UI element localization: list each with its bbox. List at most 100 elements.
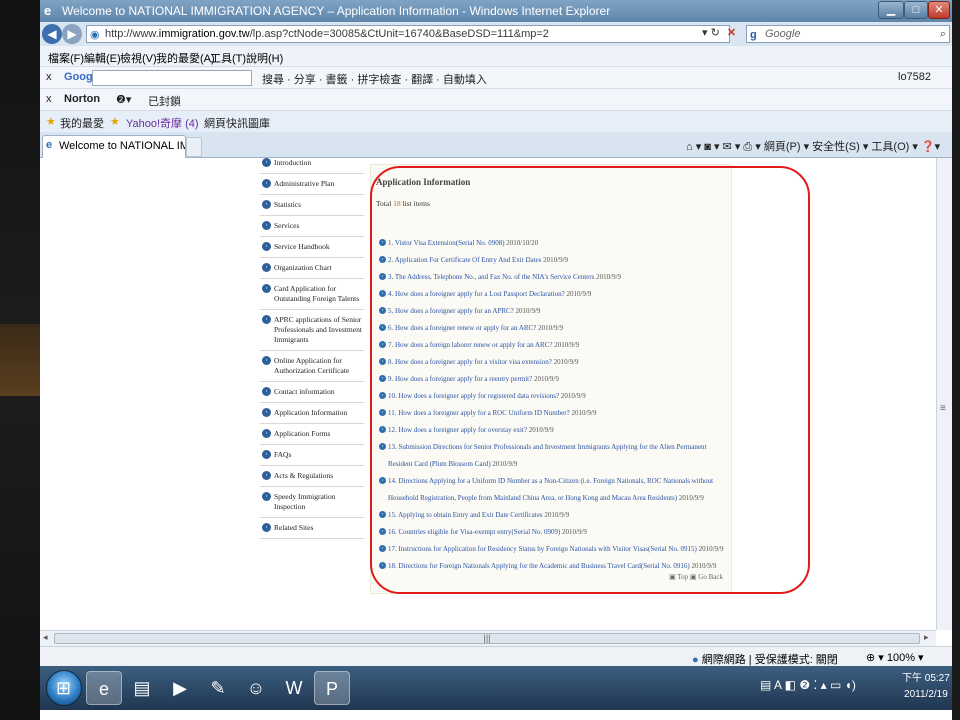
- norton-toolbar: x Norton ❷▾ 已封鎖: [40, 88, 952, 110]
- security-zone[interactable]: ● 網際網路 | 受保護模式: 關閉: [692, 651, 838, 667]
- sidebar-item-related-sites[interactable]: › Related Sites: [260, 518, 364, 539]
- norton-blocked[interactable]: 已封鎖: [148, 93, 181, 109]
- minimize-button[interactable]: ▁: [878, 1, 904, 19]
- presentation-background-right: [952, 0, 960, 720]
- dropdown-arrow-icon[interactable]: ▾: [702, 27, 708, 39]
- vertical-scrollbar[interactable]: ≡: [936, 158, 952, 630]
- horizontal-scrollbar[interactable]: ◂ ||| ▸: [40, 630, 936, 646]
- ie-logo-icon: e: [44, 3, 52, 18]
- google-toolbar-user[interactable]: lo7582: [898, 71, 931, 83]
- close-toolbar-icon[interactable]: x: [46, 71, 52, 83]
- bullet-icon: ›: [262, 263, 271, 272]
- google-icon: g: [750, 29, 757, 41]
- sidebar-item-statistics[interactable]: › Statistics: [260, 195, 364, 216]
- tab-immigration[interactable]: e Welcome to NATIONAL IMM...: [42, 135, 186, 158]
- zoom-level[interactable]: ⊕ ▾ 100% ▾: [866, 651, 924, 664]
- sidebar-item-speedy-inspection[interactable]: › Speedy Immigration Inspection: [260, 487, 364, 518]
- search-input[interactable]: g Google ⌕: [746, 25, 950, 43]
- explorer-taskbar-icon[interactable]: ▤: [124, 671, 160, 705]
- sidebar-item-application-forms[interactable]: › Application Forms: [260, 424, 364, 445]
- window-title: Welcome to NATIONAL IMMIGRATION AGENCY –…: [62, 4, 611, 18]
- scroll-right-icon[interactable]: ▸: [924, 632, 929, 643]
- url-path: /lp.asp?ctNode=30085&CtUnit=16740&BaseDS…: [249, 28, 549, 40]
- forward-button[interactable]: ▶: [62, 24, 82, 44]
- close-button[interactable]: ✕: [928, 1, 950, 19]
- url-field[interactable]: ◉ http://www.immigration.gov.tw/lp.asp?c…: [86, 25, 730, 43]
- menu-bar: 檔案(F) 編輯(E) 檢視(V) 我的最愛(A) 工具(T) 說明(H): [40, 46, 952, 66]
- messenger-taskbar-icon[interactable]: ☺: [238, 671, 274, 705]
- sidebar-item-service-handbook[interactable]: › Service Handbook: [260, 237, 364, 258]
- sidebar-item-faqs[interactable]: › FAQs: [260, 445, 364, 466]
- sidebar-item-administrative-plan[interactable]: › Administrative Plan: [260, 174, 364, 195]
- bullet-icon: ›: [262, 158, 271, 167]
- tools-taskbar-icon[interactable]: ✎: [200, 671, 236, 705]
- highlight-ring-annotation: [370, 166, 810, 594]
- bullet-icon: ›: [262, 492, 271, 501]
- sidebar-item-organization-chart[interactable]: › Organization Chart: [260, 258, 364, 279]
- close-norton-icon[interactable]: x: [46, 93, 52, 105]
- sidebar-item-contact[interactable]: › Contact information: [260, 382, 364, 403]
- bullet-icon: ›: [262, 429, 271, 438]
- menu-file[interactable]: 檔案(F): [48, 50, 84, 66]
- address-tools: ▾ ↻ ✕: [702, 26, 736, 39]
- bullet-icon: ›: [262, 315, 271, 324]
- command-menus[interactable]: 網頁(P) ▾ 安全性(S) ▾ 工具(O) ▾: [764, 141, 918, 153]
- norton-label[interactable]: Norton: [64, 93, 100, 105]
- title-bar: e Welcome to NATIONAL IMMIGRATION AGENCY…: [40, 0, 952, 22]
- stop-icon[interactable]: ✕: [727, 27, 736, 39]
- favorites-button[interactable]: 我的最愛: [60, 115, 104, 131]
- system-tray[interactable]: ▤ A ◧ ❷ ⁚ ▴ ▭ ◖): [760, 678, 856, 692]
- norton-help-icon[interactable]: ❷▾: [116, 93, 131, 106]
- menu-favorites[interactable]: 我的最愛(A): [156, 50, 215, 66]
- webslice-link[interactable]: 網頁快訊圖庫: [204, 115, 270, 131]
- ie-taskbar-icon[interactable]: e: [86, 671, 122, 705]
- google-toolbar: x Google 搜尋 · 分享 · 書籤 · 拼字檢查 · 翻譯 · 自動填入…: [40, 66, 952, 88]
- google-toolbar-search[interactable]: [92, 70, 252, 86]
- sidebar-item-acts-regulations[interactable]: › Acts & Regulations: [260, 466, 364, 487]
- maximize-button[interactable]: □: [904, 1, 928, 19]
- status-bar: ● 網際網路 | 受保護模式: 關閉 ⊕ ▾ 100% ▾: [40, 646, 952, 666]
- scroll-thumb[interactable]: |||: [54, 633, 920, 644]
- sidebar-item-application-information[interactable]: › Application Information: [260, 403, 364, 424]
- new-tab-button[interactable]: [186, 137, 202, 157]
- sidebar-item-aprc-applications[interactable]: › APRC applications of Senior Professiona…: [260, 310, 364, 351]
- bullet-icon: ›: [262, 523, 271, 532]
- powerpoint-taskbar-icon[interactable]: P: [314, 671, 350, 705]
- sidebar-item-services[interactable]: › Services: [260, 216, 364, 237]
- tab-label: Welcome to NATIONAL IMM...: [59, 140, 185, 152]
- menu-help[interactable]: 說明(H): [246, 50, 283, 66]
- word-taskbar-icon[interactable]: W: [276, 671, 312, 705]
- bullet-icon: ›: [262, 200, 271, 209]
- start-button[interactable]: ⊞: [46, 670, 82, 706]
- clock[interactable]: 下午 05:27 2011/2/19: [902, 671, 950, 703]
- sidebar-item-card-application[interactable]: › Card Application for Outstanding Foreig…: [260, 279, 364, 310]
- scroll-grip-icon[interactable]: ≡: [940, 403, 946, 414]
- sidebar-item-introduction[interactable]: › Introduction: [260, 158, 364, 174]
- sidebar-item-online-application[interactable]: › Online Application for Authorization Ce…: [260, 351, 364, 382]
- google-toolbar-buttons[interactable]: 搜尋 · 分享 · 書籤 · 拼字檢查 · 翻譯 · 自動填入: [262, 71, 487, 87]
- browser-window: e Welcome to NATIONAL IMMIGRATION AGENCY…: [40, 0, 952, 720]
- favorites-bar: ★ 我的最愛 ★ Yahoo!奇摩 (4) 網頁快訊圖庫: [40, 110, 952, 132]
- menu-tools[interactable]: 工具(T): [210, 50, 246, 66]
- bullet-icon: ›: [262, 221, 271, 230]
- page-viewport: › Introduction › Administrative Plan › Stat…: [40, 158, 936, 630]
- search-placeholder: Google: [765, 28, 801, 40]
- search-icon[interactable]: ⌕: [940, 26, 946, 42]
- menu-view[interactable]: 檢視(V): [120, 50, 157, 66]
- scroll-left-icon[interactable]: ◂: [43, 632, 48, 643]
- add-favorite-icon[interactable]: ★: [110, 115, 120, 128]
- media-player-taskbar-icon[interactable]: ▶: [162, 671, 198, 705]
- bullet-icon: ›: [262, 387, 271, 396]
- bullet-icon: ›: [262, 242, 271, 251]
- bullet-icon: ›: [262, 284, 271, 293]
- refresh-icon[interactable]: ↻: [711, 27, 720, 39]
- command-bar[interactable]: ⌂ ▾ ◙ ▾ ✉ ▾ ⎙ ▾ 網頁(P) ▾ 安全性(S) ▾ 工具(O) ▾…: [686, 138, 940, 154]
- taskbar: ⊞ e ▤ ▶ ✎ ☺ W P ▤ A ◧ ❷ ⁚ ▴ ▭ ◖) 下午 05:2…: [40, 666, 952, 710]
- back-button[interactable]: ◀: [42, 24, 62, 44]
- bullet-icon: ›: [262, 179, 271, 188]
- ie-tab-icon: e: [46, 139, 53, 151]
- yahoo-link[interactable]: Yahoo!奇摩 (4): [126, 115, 199, 131]
- sidebar-nav: › Introduction › Administrative Plan › Stat…: [260, 158, 364, 539]
- favorites-star-icon[interactable]: ★: [46, 115, 56, 128]
- menu-edit[interactable]: 編輯(E): [84, 50, 121, 66]
